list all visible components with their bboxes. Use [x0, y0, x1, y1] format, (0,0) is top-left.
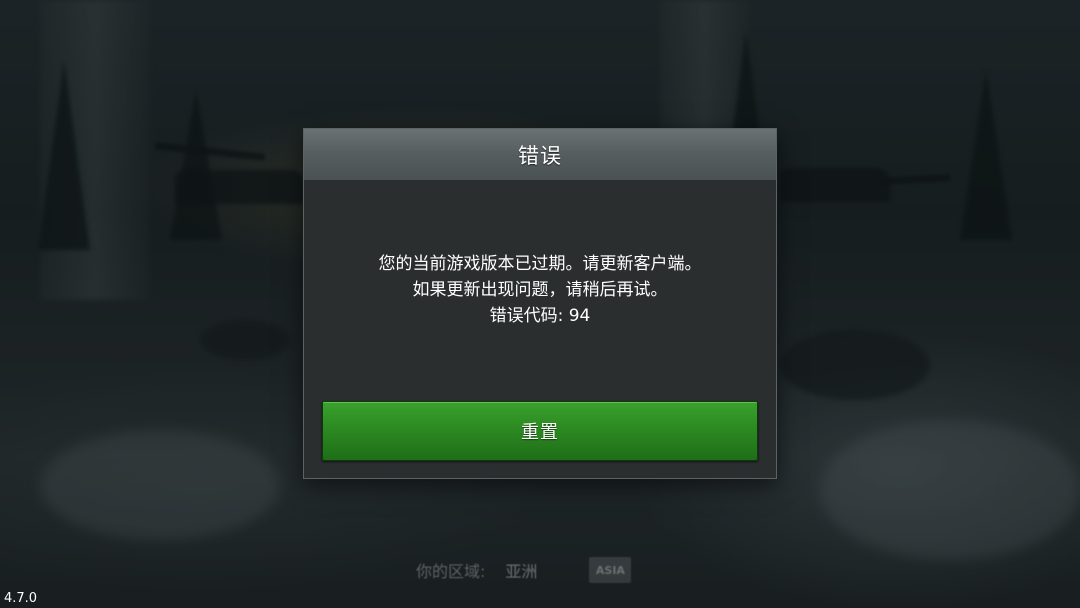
version-label: 4.7.0	[4, 591, 38, 606]
region-selector: 你的区域: 亚洲 ASIA	[416, 556, 632, 584]
error-dialog: 错误 您的当前游戏版本已过期。请更新客户端。 如果更新出现问题，请稍后再试。 错…	[303, 128, 777, 479]
error-code: 错误代码: 94	[489, 306, 591, 326]
error-message-line: 您的当前游戏版本已过期。请更新客户端。	[378, 254, 702, 274]
error-message-line: 如果更新出现问题，请稍后再试。	[412, 280, 668, 300]
dialog-title: 错误	[518, 143, 562, 168]
reset-button-label: 重置	[521, 422, 559, 443]
region-label: 你的区域:	[416, 562, 486, 581]
error-message: 您的当前游戏版本已过期。请更新客户端。 如果更新出现问题，请稍后再试。 错误代码…	[304, 251, 776, 329]
region-badge: ASIA	[589, 557, 632, 583]
dialog-body: 您的当前游戏版本已过期。请更新客户端。 如果更新出现问题，请稍后再试。 错误代码…	[304, 181, 776, 478]
reset-button[interactable]: 重置	[322, 401, 758, 461]
dialog-header: 错误	[304, 129, 776, 181]
region-value: 亚洲	[505, 562, 538, 581]
